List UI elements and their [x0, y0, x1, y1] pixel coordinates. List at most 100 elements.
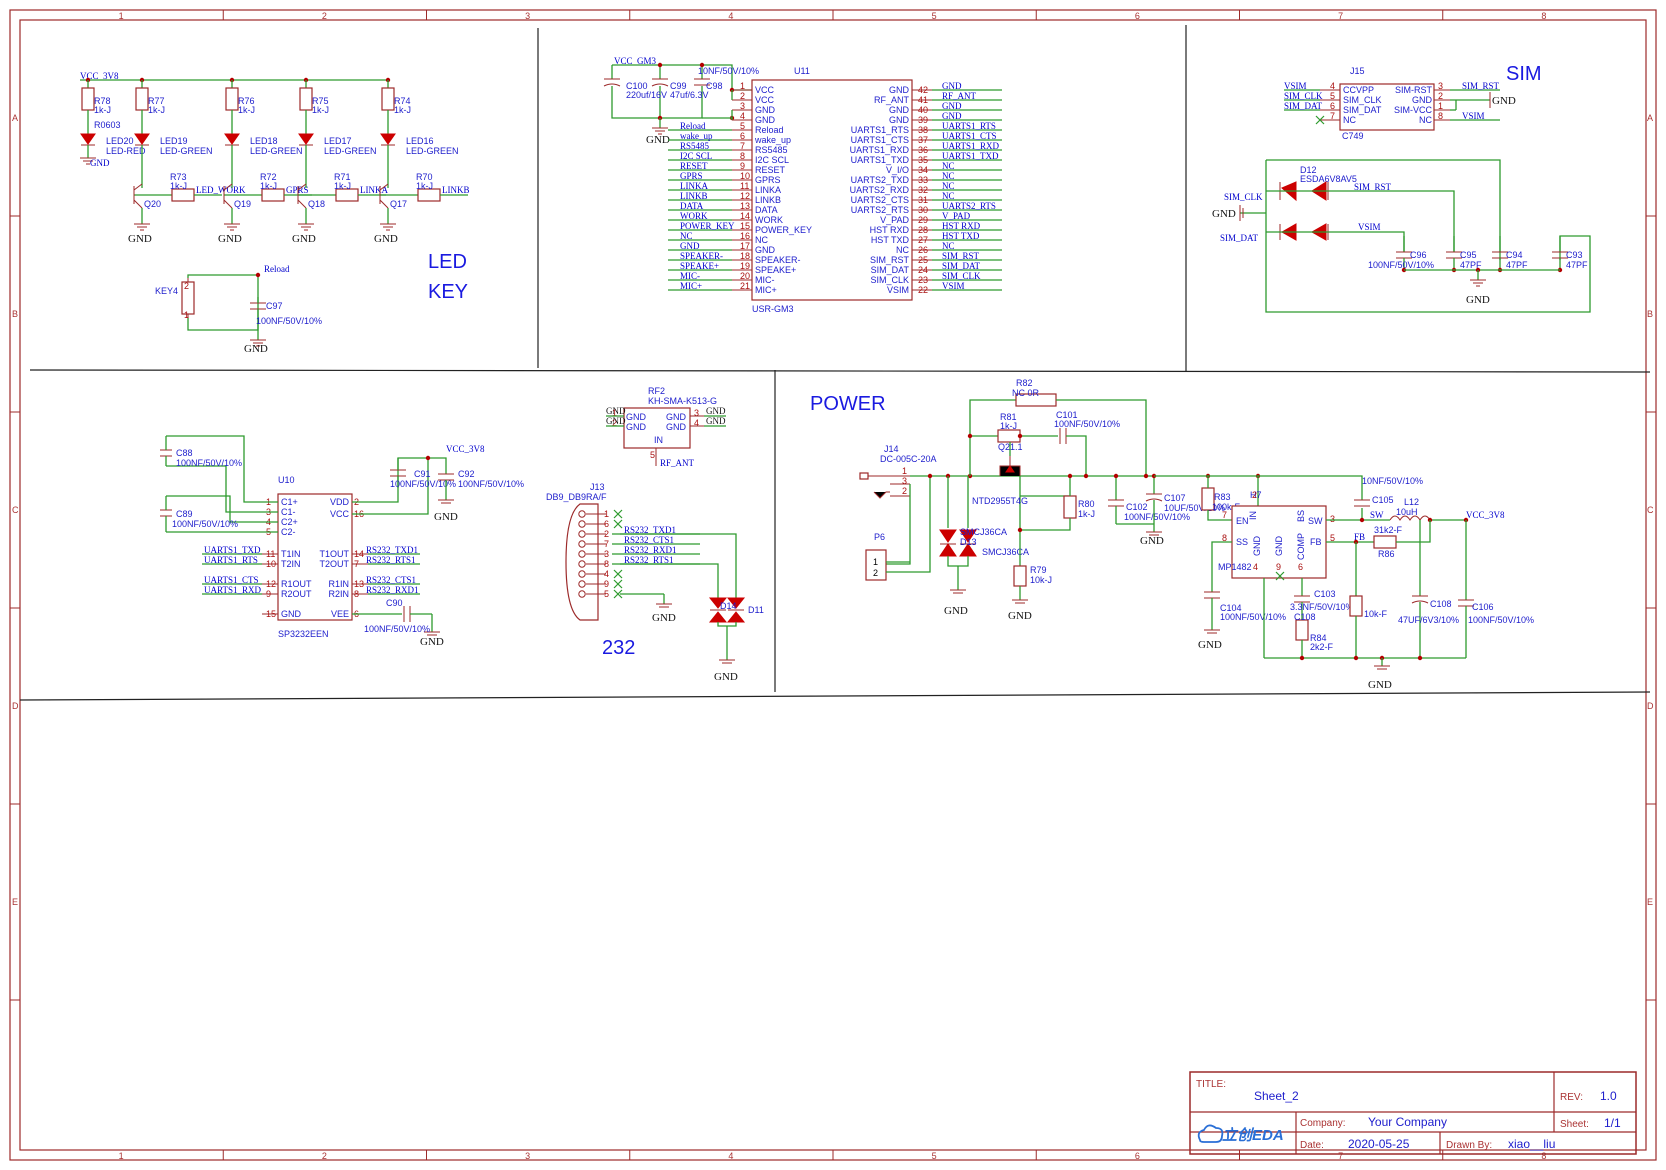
r78-package: R0603 — [94, 120, 121, 130]
base-resistor-value: 1k-J — [170, 181, 187, 191]
rf2-part: KH-SMA-K513-G — [648, 396, 717, 406]
u11-pin-number: 25 — [918, 255, 928, 265]
tvs-label-2: D13 — [960, 537, 977, 547]
row-marker-right: C — [1647, 505, 1654, 515]
pin-gnd-name: GND — [1252, 536, 1262, 557]
column-marker-bottom: 5 — [932, 1151, 937, 1161]
u11-net-label: UARTS2_RTS — [942, 201, 996, 211]
eda-logo: 立创EDA — [1197, 1124, 1284, 1144]
u11-pin-number: 18 — [740, 251, 750, 261]
transistor-gnd: GND — [128, 233, 152, 245]
c100-val: 220uf/16V — [626, 90, 667, 100]
column-marker-bottom: 7 — [1338, 1151, 1343, 1161]
r80-ref: R80 — [1078, 499, 1095, 509]
column-marker-top: 3 — [525, 11, 530, 21]
eda-logo-text: 立创EDA — [1222, 1126, 1284, 1144]
u11-pin-name: VCC — [755, 85, 775, 95]
u11-net-label: SPEAKER- — [680, 251, 723, 261]
u11-pin-number: 11 — [740, 181, 749, 191]
led-icon — [298, 133, 314, 145]
u10-net-label: UARTS1_TXD — [204, 545, 261, 555]
section-title-key: KEY — [428, 281, 468, 303]
row-marker-right: E — [1647, 897, 1653, 907]
esd-gnd-label: GND — [1212, 208, 1236, 220]
u11-pin-name: NC — [896, 245, 909, 255]
c97-ref: C97 — [266, 301, 283, 311]
u10-pin-number: 14 — [354, 549, 364, 559]
db9-pin-number: 5 — [604, 589, 609, 599]
pin-nc-num: 9 — [1276, 562, 1281, 572]
u11-pin-name: HST RXD — [870, 225, 910, 235]
resistor-body — [81, 87, 95, 111]
j15-ref: J15 — [1350, 66, 1365, 76]
u10-pin-name: C2- — [281, 527, 296, 537]
u11-net-label: HST TXD — [942, 231, 980, 241]
tvs-pwr-gnd: GND — [944, 605, 968, 617]
u10-pin-name: R2IN — [328, 589, 349, 599]
power-section: POWER J14 DC-005C-20A 1 3 2 P6 1 2 R82 N… — [810, 378, 1534, 691]
u11-pin-number: 10 — [740, 171, 750, 181]
column-marker-bottom: 4 — [728, 1151, 733, 1161]
u11-pin-number: 24 — [918, 265, 928, 275]
u11-net-label: WORK — [680, 211, 708, 221]
db9-gnd-label: GND — [652, 612, 676, 624]
u11-pin-number: 2 — [740, 91, 745, 101]
tvs-label-1: SMCJ36CA — [960, 527, 1007, 537]
u11-pin-number: 17 — [740, 241, 750, 251]
rs232-section: U10 SP3232EEN 1 C1+ 3 C1- 4 C2+ 5 C2- 11 T1IN UART… — [160, 386, 764, 683]
u11-pin-name: NC — [755, 235, 768, 245]
pin-ss-name: SS — [1236, 537, 1248, 547]
pin-comp-name: COMP — [1296, 533, 1306, 560]
gm3-gnd-label: GND — [646, 134, 670, 146]
transistor-ref: Q19 — [234, 199, 251, 209]
column-marker-bottom: 6 — [1135, 1151, 1140, 1161]
c105-ref: C105 — [1372, 495, 1394, 505]
section-title-232: 232 — [602, 637, 635, 659]
r79-val: 10k-J — [1030, 575, 1052, 585]
column-marker-bottom: 3 — [525, 1151, 530, 1161]
u11-pin-number: 4 — [740, 111, 745, 121]
j15-pin-name: NC — [1343, 115, 1356, 125]
rf2-pinname-3: GND — [666, 412, 687, 422]
u10-net-label: RS232_CTS1 — [366, 575, 416, 585]
date-label: Date: — [1300, 1140, 1324, 1151]
u11-pin-number: 8 — [740, 151, 745, 161]
u10-net-label: UARTS1_RXD — [204, 585, 261, 595]
u11-pin-number: 41 — [918, 95, 928, 105]
u11-pin-name: GND — [889, 105, 910, 115]
u11-net-label: VSIM — [942, 281, 965, 291]
led-type: LED-RED — [106, 146, 146, 156]
u10-pin-name: R1OUT — [281, 579, 312, 589]
resistor-value: 1k-J — [148, 105, 165, 115]
u11-net-label: UARTS1_TXD — [942, 151, 999, 161]
u11-pin-number: 9 — [740, 161, 745, 171]
section-title-power: POWER — [810, 393, 886, 415]
led-icon — [224, 133, 240, 145]
u11-pin-name: SIM_DAT — [871, 265, 910, 275]
u11-pin-name: RF_ANT — [874, 95, 910, 105]
sim-caps-gnd: GND — [1466, 294, 1490, 306]
esd-diodes — [1240, 181, 1340, 241]
db9-pin-number: 8 — [604, 559, 609, 569]
u11-pin-name: WORK — [755, 215, 783, 225]
company-value: Your Company — [1368, 1115, 1447, 1129]
j13-part: DB9_DB9RA/F — [546, 492, 607, 502]
u10-pin-name: T2IN — [281, 559, 301, 569]
pin-gnd2-name: GND — [1274, 536, 1284, 557]
u11-pin-number: 19 — [740, 261, 750, 271]
u11-pin-name: UARTS1_RTS — [851, 125, 909, 135]
r80-val: 1k-J — [1078, 509, 1095, 519]
j15-pin-number: 3 — [1438, 81, 1443, 91]
u10-pin-name: T1OUT — [319, 549, 349, 559]
db9-net-label: RS232_RXD1 — [624, 545, 677, 555]
c97-val: 100NF/50V/10% — [256, 316, 322, 326]
pin-fb-name: FB — [1310, 537, 1322, 547]
u11-net-label: GPRS — [680, 171, 703, 181]
r82-val: NC 0R — [1012, 388, 1040, 398]
j15-pin-number: 4 — [1330, 81, 1335, 91]
u11-net-label: SIM_CLK — [942, 271, 981, 281]
j14-ref: J14 — [884, 444, 899, 454]
u11-pin-name: SPEAKER- — [755, 255, 801, 265]
u11-pin-name: VCC — [755, 95, 775, 105]
u10-pin-name: VDD — [330, 497, 350, 507]
